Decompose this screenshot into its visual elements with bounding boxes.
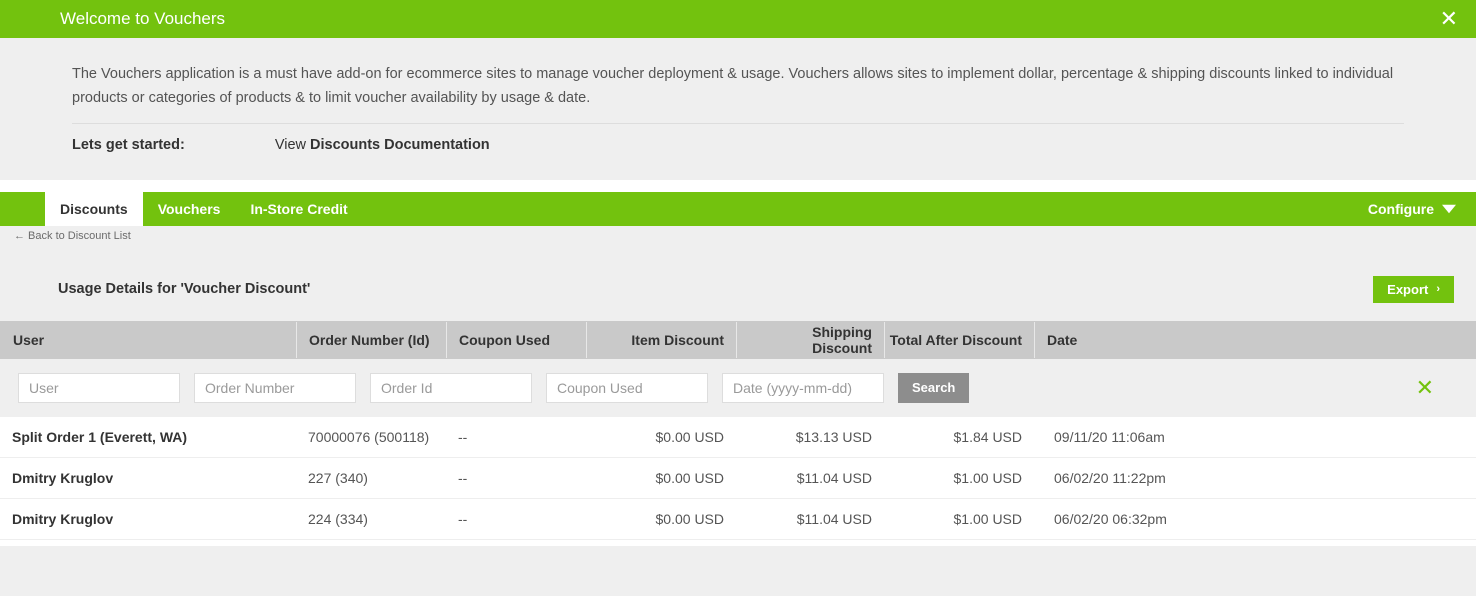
- tab-vouchers-label: Vouchers: [158, 201, 221, 217]
- col-order[interactable]: Order Number (Id): [297, 322, 447, 358]
- search-user-input[interactable]: [18, 373, 180, 403]
- table-row[interactable]: Dmitry Kruglov227 (340)--$0.00 USD$11.04…: [0, 458, 1476, 499]
- tabs-bar: Discounts Vouchers In-Store Credit Confi…: [0, 192, 1476, 226]
- clear-search-icon[interactable]: ✕: [1416, 375, 1434, 401]
- bottom-spacer: [0, 546, 1476, 596]
- cell-user: Dmitry Kruglov: [0, 511, 296, 527]
- intro-panel: The Vouchers application is a must have …: [0, 38, 1476, 180]
- col-shipping[interactable]: Shipping Discount: [737, 322, 885, 358]
- cell-item: $0.00 USD: [586, 511, 736, 527]
- tab-instore-credit[interactable]: In-Store Credit: [235, 192, 362, 226]
- search-date-input[interactable]: [722, 373, 884, 403]
- view-documentation-link[interactable]: View Discounts Documentation: [275, 134, 490, 158]
- col-date[interactable]: Date: [1035, 322, 1437, 358]
- tab-vouchers[interactable]: Vouchers: [143, 192, 236, 226]
- back-link-text: ← Back to Discount List: [14, 230, 131, 242]
- search-order-number-input[interactable]: [194, 373, 356, 403]
- cell-ship: $11.04 USD: [736, 470, 884, 486]
- configure-label: Configure: [1368, 201, 1434, 217]
- col-coupon[interactable]: Coupon Used: [447, 322, 587, 358]
- cell-user: Dmitry Kruglov: [0, 470, 296, 486]
- cell-coupon: --: [446, 511, 586, 527]
- usage-details-title: Usage Details for 'Voucher Discount': [58, 281, 310, 297]
- cell-coupon: --: [446, 470, 586, 486]
- intro-text: The Vouchers application is a must have …: [72, 63, 1404, 124]
- cell-order: 227 (340): [296, 470, 446, 486]
- search-row: Search ✕: [0, 359, 1476, 417]
- cell-total: $1.00 USD: [884, 511, 1034, 527]
- chevron-right-icon: ›: [1436, 283, 1440, 295]
- cell-item: $0.00 USD: [586, 470, 736, 486]
- tab-instore-label: In-Store Credit: [250, 201, 347, 217]
- cell-coupon: --: [446, 429, 586, 445]
- configure-dropdown[interactable]: Configure: [1348, 192, 1476, 226]
- tab-discounts[interactable]: Discounts: [45, 192, 143, 226]
- back-to-list-link[interactable]: ← Back to Discount List: [0, 226, 1476, 246]
- welcome-bar: Welcome to Vouchers ✕: [0, 0, 1476, 38]
- view-prefix: View: [275, 137, 310, 153]
- cell-total: $1.84 USD: [884, 429, 1034, 445]
- cell-date: 06/02/20 06:32pm: [1034, 511, 1436, 527]
- cell-user: Split Order 1 (Everett, WA): [0, 429, 296, 445]
- table-row[interactable]: Dmitry Kruglov224 (334)--$0.00 USD$11.04…: [0, 499, 1476, 540]
- cell-item: $0.00 USD: [586, 429, 736, 445]
- get-started-label: Lets get started:: [72, 134, 185, 158]
- tab-discounts-label: Discounts: [60, 201, 128, 217]
- export-button[interactable]: Export ›: [1373, 276, 1454, 303]
- doc-link-text: Discounts Documentation: [310, 137, 490, 153]
- cell-ship: $13.13 USD: [736, 429, 884, 445]
- cell-total: $1.00 USD: [884, 470, 1034, 486]
- get-started-row: Lets get started: View Discounts Documen…: [72, 134, 1404, 158]
- tabs-lead: [0, 192, 45, 226]
- col-item[interactable]: Item Discount: [587, 322, 737, 358]
- cell-order: 70000076 (500118): [296, 429, 446, 445]
- search-button-label: Search: [912, 380, 955, 395]
- cell-date: 09/11/20 11:06am: [1034, 429, 1436, 445]
- cell-ship: $11.04 USD: [736, 511, 884, 527]
- col-user[interactable]: User: [1, 322, 297, 358]
- chevron-down-icon: [1442, 202, 1456, 216]
- table-row[interactable]: Split Order 1 (Everett, WA)70000076 (500…: [0, 417, 1476, 458]
- col-total[interactable]: Total After Discount: [885, 322, 1035, 358]
- cell-order: 224 (334): [296, 511, 446, 527]
- search-coupon-input[interactable]: [546, 373, 708, 403]
- close-icon[interactable]: ✕: [1440, 8, 1458, 30]
- details-bar: Usage Details for 'Voucher Discount' Exp…: [0, 246, 1476, 321]
- table-header: User Order Number (Id) Coupon Used Item …: [0, 321, 1476, 359]
- search-order-id-input[interactable]: [370, 373, 532, 403]
- cell-date: 06/02/20 11:22pm: [1034, 470, 1436, 486]
- welcome-title: Welcome to Vouchers: [60, 9, 225, 29]
- table-body: Split Order 1 (Everett, WA)70000076 (500…: [0, 417, 1476, 540]
- export-label: Export: [1387, 282, 1428, 297]
- search-button[interactable]: Search: [898, 373, 969, 403]
